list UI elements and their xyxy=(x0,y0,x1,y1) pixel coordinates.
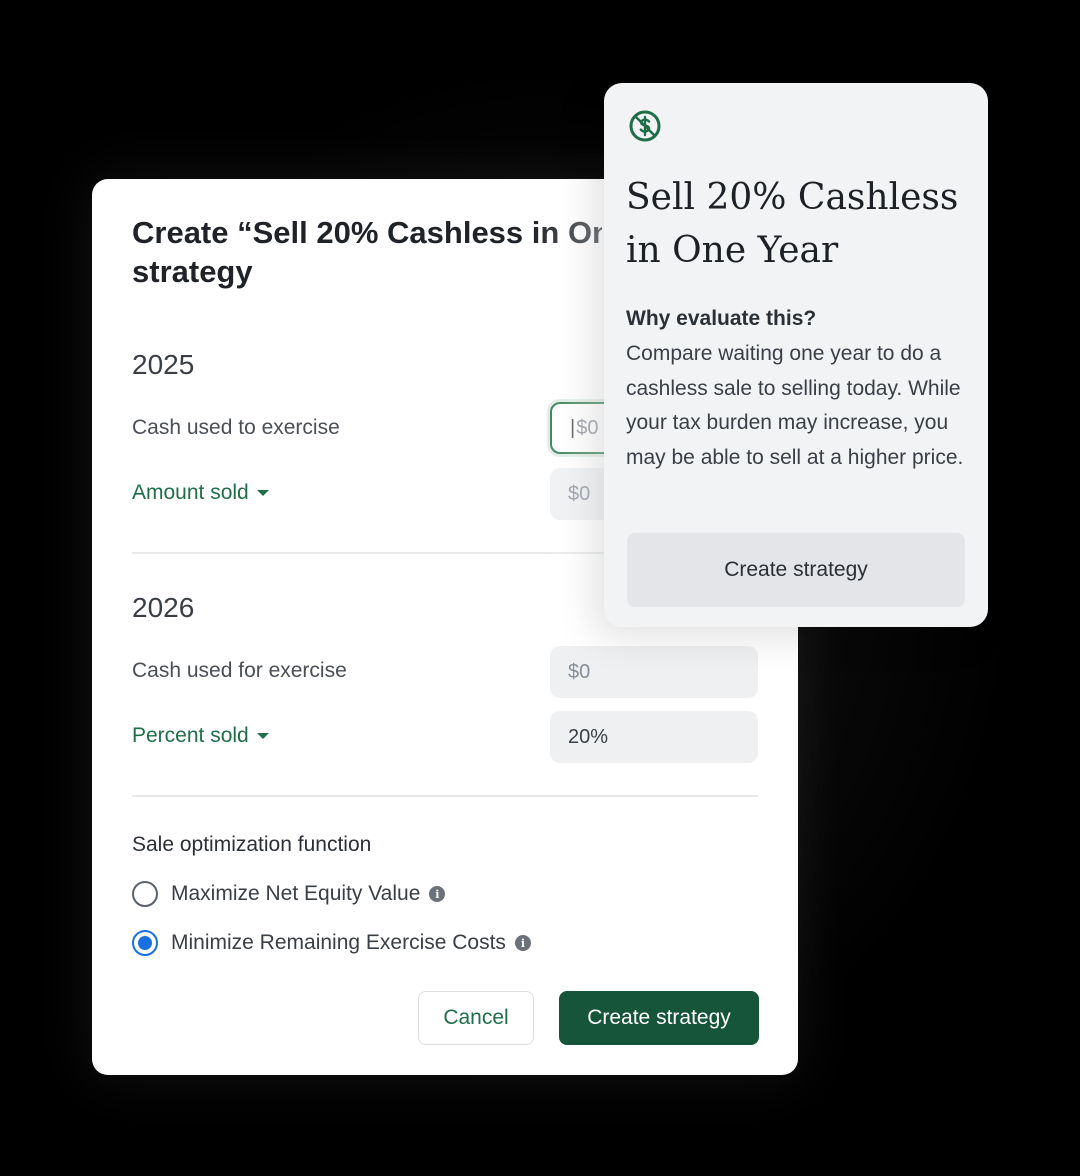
radio-label: Maximize Net Equity Value xyxy=(171,882,421,905)
radio-minimize-exercise-costs[interactable]: Minimize Remaining Exercise Costs i xyxy=(132,930,531,956)
card-description: Compare waiting one year to do a cashles… xyxy=(626,342,964,469)
sale-optimization-label: Sale optimization function xyxy=(132,833,372,856)
percent-sold-label: Percent sold xyxy=(132,724,249,747)
dialog-title: Create “Sell 20% Cashless in One Year” s… xyxy=(132,213,602,291)
dialog-title-line2: strategy xyxy=(132,254,253,289)
card-title: Sell 20% Cashless in One Year xyxy=(626,177,959,271)
amount-sold-label: Amount sold xyxy=(132,481,249,504)
cancel-button[interactable]: Cancel xyxy=(418,991,534,1045)
dialog-title-line1: Create “Sell 20% Cashless in One Year” xyxy=(132,215,602,250)
no-dollar-icon xyxy=(629,110,661,142)
year-2025-heading: 2025 xyxy=(132,349,195,380)
year-2026-heading: 2026 xyxy=(132,592,195,623)
percent-sold-dropdown[interactable]: Percent sold xyxy=(132,724,269,748)
radio-maximize-net-equity[interactable]: Maximize Net Equity Value i xyxy=(132,881,446,907)
amount-sold-dropdown[interactable]: Amount sold xyxy=(132,481,269,505)
caret-down-icon xyxy=(256,490,269,496)
cash-used-label-2025: Cash used to exercise xyxy=(132,416,340,439)
cash-used-input-2026[interactable]: $0 xyxy=(550,646,758,698)
section-divider xyxy=(132,795,758,797)
cash-used-label-2026: Cash used for exercise xyxy=(132,659,347,682)
card-why-heading: Why evaluate this? xyxy=(626,307,817,330)
info-icon[interactable]: i xyxy=(514,935,531,951)
caret-down-icon xyxy=(256,733,269,739)
radio-button-checked[interactable] xyxy=(132,930,158,956)
create-strategy-button[interactable]: Create strategy xyxy=(559,991,759,1045)
strategy-info-card: Sell 20% Cashless in One Year Why evalua… xyxy=(604,83,988,627)
info-icon[interactable]: i xyxy=(429,886,446,902)
percent-sold-input-2026[interactable]: 20% xyxy=(550,711,758,763)
radio-label: Minimize Remaining Exercise Costs xyxy=(171,931,506,954)
radio-button[interactable] xyxy=(132,881,158,907)
card-create-strategy-button[interactable]: Create strategy xyxy=(627,533,965,607)
